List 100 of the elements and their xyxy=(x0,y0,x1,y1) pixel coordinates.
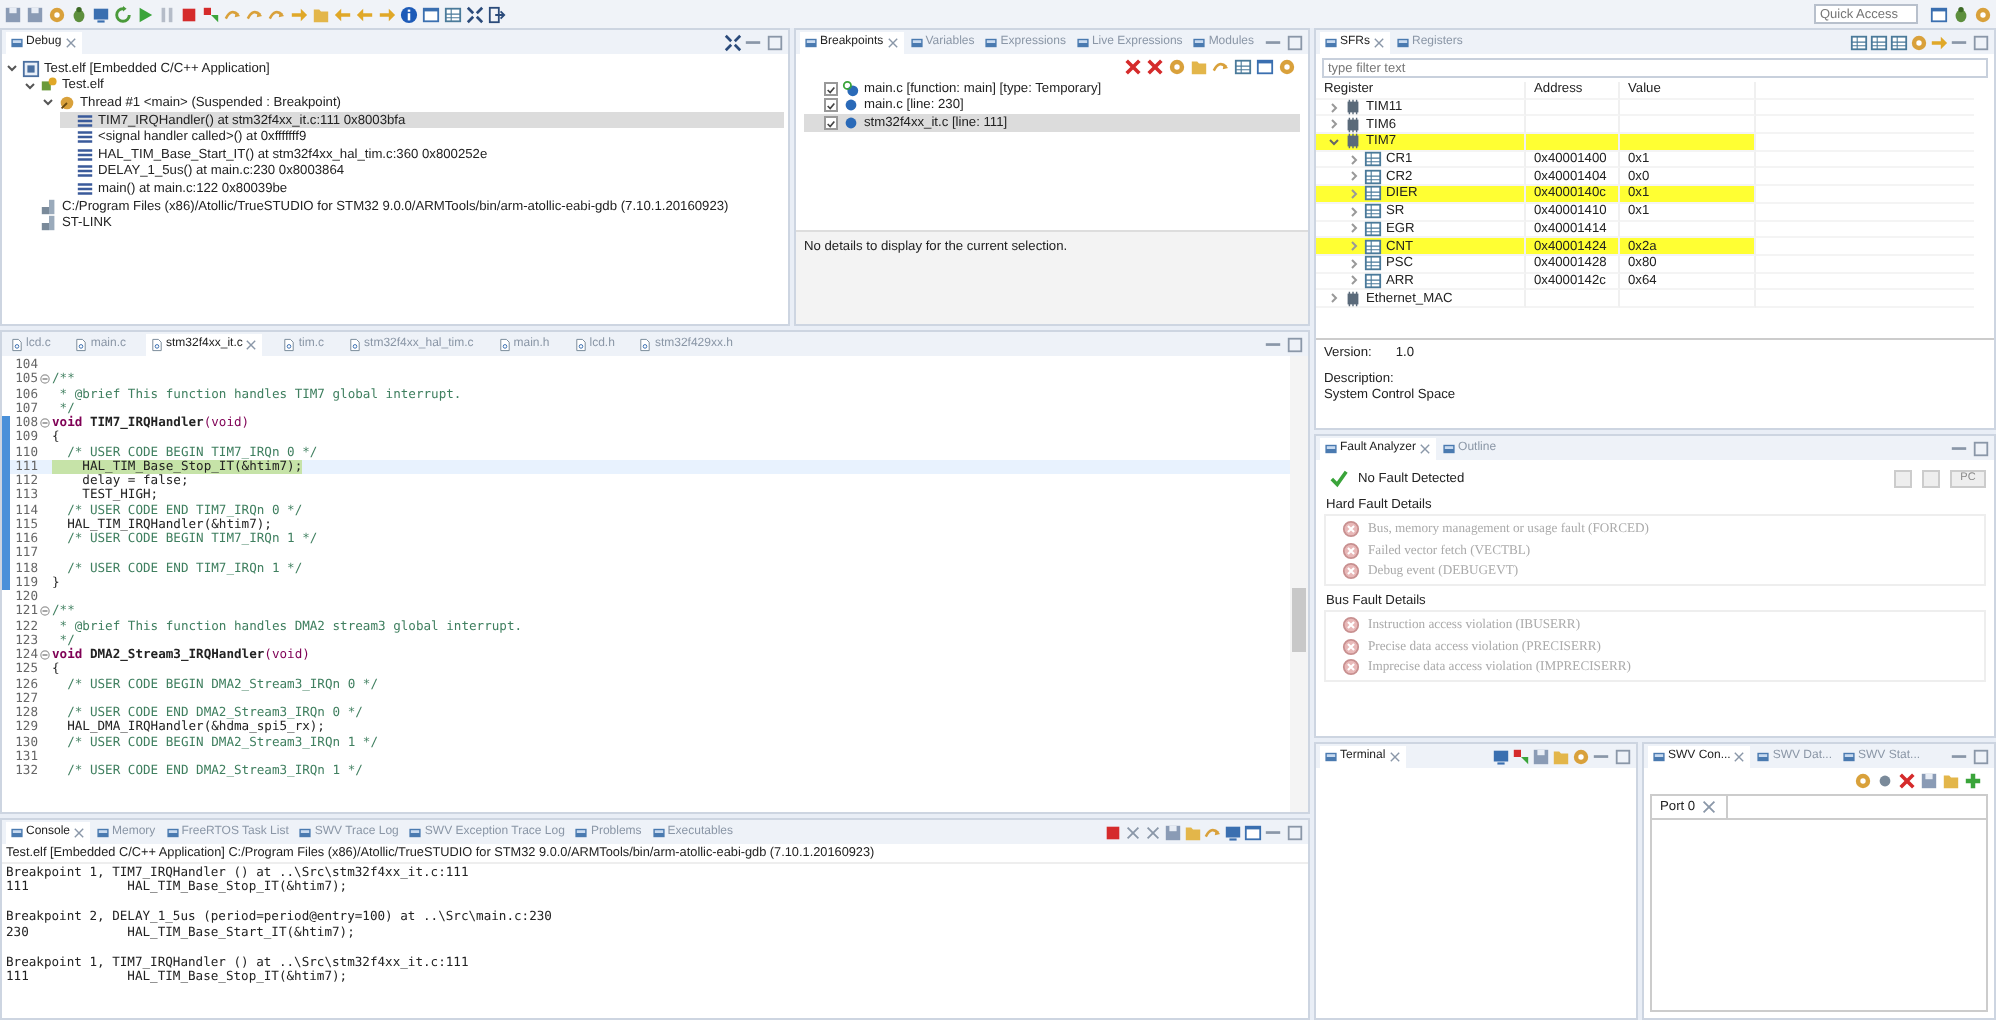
remove-all-icon[interactable] xyxy=(1144,823,1162,841)
error-circle-icon xyxy=(1342,562,1360,580)
chevron-right-icon[interactable] xyxy=(1328,118,1340,131)
checkbox[interactable] xyxy=(824,98,838,113)
chevron-right-icon[interactable] xyxy=(1348,222,1360,235)
maximize-icon[interactable] xyxy=(1286,823,1304,841)
perspective-icon[interactable] xyxy=(1930,5,1948,23)
chevron-right-icon[interactable] xyxy=(1348,274,1360,287)
gear-icon[interactable] xyxy=(1168,58,1186,76)
folder-icon[interactable] xyxy=(1190,58,1208,76)
error-circle-icon xyxy=(1342,541,1360,559)
stack-frame-icon xyxy=(76,179,94,198)
stop-icon[interactable] xyxy=(1104,823,1122,841)
record-icon[interactable] xyxy=(1876,772,1894,790)
table-cell xyxy=(1620,134,1756,152)
check-icon xyxy=(1330,469,1348,487)
maximize-icon[interactable] xyxy=(1286,335,1304,353)
tab-icon xyxy=(1324,749,1338,763)
stack-frame-icon xyxy=(76,128,94,147)
temporary-breakpoint-icon xyxy=(842,79,860,98)
table-icon[interactable] xyxy=(444,5,462,23)
checkbox[interactable] xyxy=(824,81,838,96)
monitor-icon[interactable] xyxy=(1492,747,1510,765)
monitor-icon[interactable] xyxy=(92,5,110,23)
window-icon[interactable] xyxy=(1244,823,1262,841)
c-file-icon xyxy=(497,337,512,351)
chip-icon xyxy=(1344,115,1362,134)
maximize-icon[interactable] xyxy=(766,33,784,51)
tab-icon xyxy=(1324,441,1338,455)
tab-icon xyxy=(651,825,666,839)
add-icon[interactable] xyxy=(1964,772,1982,790)
table-cell xyxy=(1620,116,1756,135)
register-icon xyxy=(1364,150,1382,169)
tab-icon xyxy=(1324,35,1338,49)
remove-icon[interactable] xyxy=(1124,823,1142,841)
chevron-down-icon[interactable] xyxy=(1328,135,1340,148)
close-icon[interactable] xyxy=(1418,441,1433,455)
chevron-right-icon[interactable] xyxy=(1348,153,1360,166)
info-icon[interactable] xyxy=(400,5,418,23)
error-circle-icon xyxy=(1342,637,1360,655)
arrow-right-icon[interactable] xyxy=(290,5,308,23)
tab-icon xyxy=(1075,35,1090,49)
tab-icon xyxy=(10,35,24,49)
debug-perspective-icon[interactable] xyxy=(1952,5,1970,23)
remove-all-icon[interactable] xyxy=(1146,58,1164,76)
close-icon[interactable] xyxy=(1699,798,1718,816)
tab-icon xyxy=(1192,35,1207,49)
close-icon[interactable] xyxy=(72,825,87,839)
close-icon[interactable] xyxy=(885,35,900,49)
expand-icon[interactable] xyxy=(466,5,484,23)
disconnect-icon[interactable] xyxy=(202,5,220,23)
display-icon[interactable] xyxy=(1224,823,1242,841)
tab-icon xyxy=(408,825,423,839)
chevron-right-icon[interactable] xyxy=(1348,205,1360,218)
remove-icon[interactable] xyxy=(1898,772,1916,790)
chevron-right-icon[interactable] xyxy=(1348,240,1360,253)
restart-icon[interactable] xyxy=(114,5,132,23)
step-arrow-icon[interactable] xyxy=(1212,58,1230,76)
fold-icon[interactable] xyxy=(40,606,50,617)
chevron-down-icon[interactable] xyxy=(24,79,36,92)
error-circle-icon xyxy=(1342,658,1360,676)
chevron-right-icon[interactable] xyxy=(1348,257,1360,270)
fold-icon[interactable] xyxy=(40,418,50,429)
remove-icon[interactable] xyxy=(1124,58,1142,76)
folder-icon[interactable] xyxy=(312,5,330,23)
chevron-right-icon[interactable] xyxy=(1348,170,1360,183)
chevron-down-icon[interactable] xyxy=(6,62,18,75)
scrollbar-thumb[interactable] xyxy=(1292,588,1306,652)
chevron-right-icon[interactable] xyxy=(1328,292,1340,305)
maximize-icon[interactable] xyxy=(1614,747,1632,765)
fold-icon[interactable] xyxy=(40,650,50,661)
chevron-down-icon[interactable] xyxy=(42,96,54,109)
maximize-icon[interactable] xyxy=(1972,439,1990,457)
maximize-icon[interactable] xyxy=(1972,747,1990,765)
connect-icon[interactable] xyxy=(1512,747,1530,765)
close-icon[interactable] xyxy=(1387,749,1402,763)
bug-icon[interactable] xyxy=(70,5,88,23)
window-icon[interactable] xyxy=(422,5,440,23)
close-icon[interactable] xyxy=(1372,35,1386,49)
register-icon xyxy=(1364,254,1382,273)
close-icon[interactable] xyxy=(244,337,259,351)
c-file-icon xyxy=(573,337,588,351)
c-file-icon xyxy=(282,337,297,351)
settings-icon[interactable] xyxy=(1572,747,1590,765)
table-cell xyxy=(1620,221,1756,239)
maximize-icon[interactable] xyxy=(1286,33,1304,51)
save-icon[interactable] xyxy=(1920,772,1938,790)
checkbox[interactable] xyxy=(824,115,838,130)
fold-icon[interactable] xyxy=(40,374,50,385)
register-icon xyxy=(1364,167,1382,186)
tab-icon xyxy=(1652,749,1666,763)
stop-icon[interactable] xyxy=(180,5,198,23)
collapse-icon[interactable] xyxy=(724,33,742,51)
close-icon[interactable] xyxy=(63,35,78,49)
chevron-right-icon[interactable] xyxy=(1348,187,1360,200)
maximize-icon[interactable] xyxy=(1972,33,1990,51)
exit-icon[interactable] xyxy=(488,5,506,23)
chevron-right-icon[interactable] xyxy=(1328,101,1340,114)
close-icon[interactable] xyxy=(1732,749,1747,763)
play-icon[interactable] xyxy=(136,5,154,23)
